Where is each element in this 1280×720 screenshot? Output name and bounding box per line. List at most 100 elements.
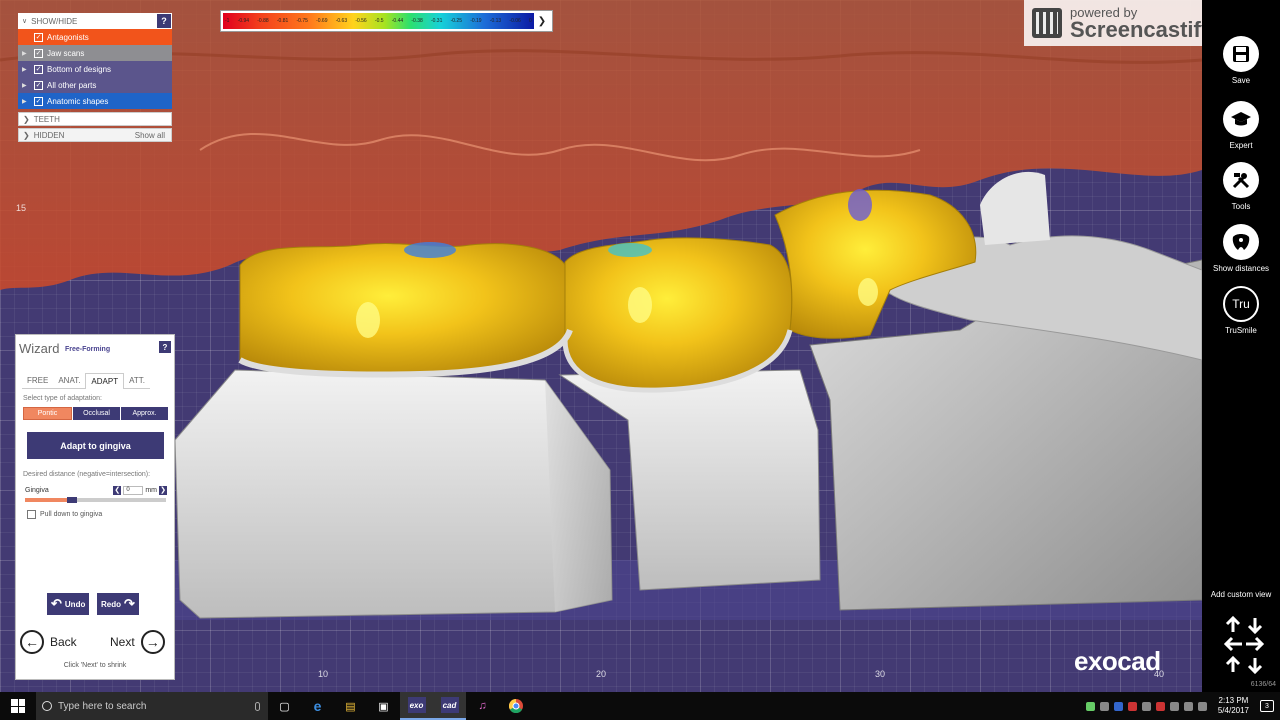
tray-icon[interactable] <box>1155 701 1165 711</box>
back-label: Back <box>50 635 77 649</box>
show-distances-button[interactable]: Show distances <box>1202 224 1280 273</box>
color-scale-tick: -0.13 <box>489 18 502 24</box>
wizard-subtitle: Free-Forming <box>65 346 111 353</box>
file-explorer-icon[interactable]: ▤ <box>334 692 367 720</box>
color-scale-tick: -0.75 <box>296 18 308 24</box>
color-scale-tick: -1 <box>225 18 230 24</box>
increase-arrow-icon[interactable]: ❯ <box>159 485 167 495</box>
undo-arrow-icon: ↶ <box>51 596 62 611</box>
checkbox-anatomic-shapes[interactable]: ✓ <box>34 96 43 106</box>
save-label: Save <box>1231 76 1251 85</box>
edge-icon[interactable]: e <box>301 692 334 720</box>
visibility-row-anatomic-shapes[interactable]: ▶ ✓ Anatomic shapes <box>18 93 172 109</box>
tab-free[interactable]: FREE <box>22 373 54 389</box>
help-icon[interactable]: ? <box>159 341 171 353</box>
3d-viewport[interactable]: 15 10 20 30 40 <box>0 0 1202 692</box>
task-view-icon[interactable]: ▢ <box>268 692 301 720</box>
tools-button[interactable]: Tools <box>1202 162 1280 211</box>
exo-app-icon[interactable]: exo <box>400 692 433 720</box>
graduation-cap-icon <box>1223 101 1259 137</box>
expert-button[interactable]: Expert <box>1202 101 1280 150</box>
exocad-logo: exocad <box>1074 646 1161 676</box>
row-label: Bottom of designs <box>47 64 112 74</box>
notification-icon[interactable]: 3 <box>1260 700 1274 712</box>
trusmile-button[interactable]: Tru TruSmile <box>1202 286 1280 335</box>
decrease-arrow-icon[interactable]: ❮ <box>113 485 122 495</box>
help-icon[interactable]: ? <box>157 14 171 28</box>
checkbox-all-other-parts[interactable]: ✓ <box>34 80 43 90</box>
approx-option[interactable]: Approx. <box>121 407 168 420</box>
tray-icon[interactable] <box>1085 701 1095 711</box>
expert-label: Expert <box>1229 141 1253 150</box>
tray-icon[interactable] <box>1169 701 1179 711</box>
checkbox-jaw-scans[interactable]: ✓ <box>34 48 43 58</box>
chevron-right-icon: ❯ <box>23 130 30 140</box>
save-button[interactable]: Save <box>1202 36 1280 85</box>
color-gradient: -1 -0.94 -0.88 -0.81 -0.75 -0.69 -0.63 -0.56 -0.… <box>223 13 534 29</box>
show-hide-header[interactable]: ∨ SHOW/HIDE ? <box>18 13 172 29</box>
visibility-row-all-other-parts[interactable]: ▶ ✓ All other parts <box>18 77 172 93</box>
redo-button[interactable]: Redo ↷ <box>97 593 139 615</box>
cad-app-icon[interactable]: cad <box>433 692 466 720</box>
clock[interactable]: 2:13 PM 5/4/2017 <box>1218 696 1249 715</box>
visibility-row-jaw-scans[interactable]: ▶ ✓ Jaw scans <box>18 45 172 61</box>
itunes-icon[interactable]: ♫ <box>466 692 499 720</box>
color-scale-tick: -0.63 <box>335 18 348 24</box>
hidden-section[interactable]: ❯ HIDDEN Show all <box>18 128 172 142</box>
volume-icon[interactable] <box>1197 701 1207 711</box>
taskbar-search[interactable]: Type here to search <box>36 692 268 720</box>
adapt-to-gingiva-button[interactable]: Adapt to gingiva <box>27 432 164 459</box>
chrome-icon[interactable] <box>499 692 532 720</box>
expand-triangle-icon[interactable]: ▶ <box>22 98 30 105</box>
tab-anat[interactable]: ANAT. <box>53 373 86 389</box>
pull-down-to-gingiva-checkbox[interactable]: Pull down to gingiva <box>27 510 102 519</box>
checkbox-antagonists[interactable]: ✓ <box>34 32 43 42</box>
pontic-option[interactable]: Pontic <box>23 407 72 420</box>
undo-button[interactable]: ↶ Undo <box>47 593 90 615</box>
crown-3-highlight <box>858 278 878 306</box>
show-hide-panel: ∨ SHOW/HIDE ? ✓ Antagonists ▶ ✓ Jaw scan… <box>18 13 172 142</box>
teeth-section[interactable]: ❯ TEETH <box>18 112 172 126</box>
search-icon <box>42 701 52 711</box>
add-custom-view-button[interactable]: Add custom view <box>1202 590 1280 599</box>
gingiva-distance-input[interactable]: 0 <box>123 485 144 495</box>
tray-icon[interactable] <box>1127 701 1137 711</box>
expand-scale-arrow-icon[interactable]: ❯ <box>534 16 550 27</box>
contact-spot-3 <box>848 189 872 221</box>
dental-scene[interactable] <box>0 0 1202 692</box>
color-scale-tick: -0.44 <box>391 18 404 24</box>
windows-taskbar: Type here to search ▢ e ▤ ▣ exo cad ♫ 2:… <box>0 692 1280 720</box>
crown-1 <box>239 243 571 375</box>
checkbox-icon[interactable] <box>27 510 36 519</box>
row-label: Anatomic shapes <box>47 96 109 106</box>
tray-icon[interactable] <box>1141 701 1151 711</box>
checkbox-bottom-of-designs[interactable]: ✓ <box>34 64 43 74</box>
tray-icon[interactable] <box>1113 701 1123 711</box>
trusmile-label: TruSmile <box>1225 326 1257 335</box>
expand-triangle-icon[interactable]: ▶ <box>22 50 30 57</box>
exo-chip: exo <box>407 697 426 713</box>
expand-triangle-icon[interactable]: ▶ <box>22 82 30 89</box>
tab-att[interactable]: ATT. <box>124 373 150 389</box>
start-button[interactable] <box>0 692 36 720</box>
network-icon[interactable] <box>1183 701 1193 711</box>
slider-knob[interactable] <box>67 497 78 503</box>
view-direction-arrows-icon[interactable] <box>1222 614 1266 676</box>
color-scale-tick: -0.06 <box>509 18 521 24</box>
show-all-link[interactable]: Show all <box>135 131 171 140</box>
back-button[interactable]: ← Back <box>20 630 77 654</box>
tray-icon[interactable] <box>1099 701 1109 711</box>
occlusal-option[interactable]: Occlusal <box>73 407 120 420</box>
microphone-icon[interactable] <box>255 701 260 711</box>
visibility-row-bottom-of-designs[interactable]: ▶ ✓ Bottom of designs <box>18 61 172 77</box>
next-button[interactable]: Next → <box>110 630 165 654</box>
visibility-row-antagonists[interactable]: ✓ Antagonists <box>18 29 172 45</box>
axis-label-left: 15 <box>16 203 27 213</box>
adaptation-type-selector: Pontic Occlusal Approx. <box>23 407 168 420</box>
gingiva-distance-slider[interactable] <box>25 497 166 503</box>
row-label: All other parts <box>47 80 97 90</box>
tab-adapt[interactable]: ADAPT <box>85 373 125 389</box>
expand-triangle-icon[interactable]: ▶ <box>22 66 30 73</box>
store-icon[interactable]: ▣ <box>367 692 400 720</box>
color-scale-tick: -0.38 <box>411 18 423 24</box>
